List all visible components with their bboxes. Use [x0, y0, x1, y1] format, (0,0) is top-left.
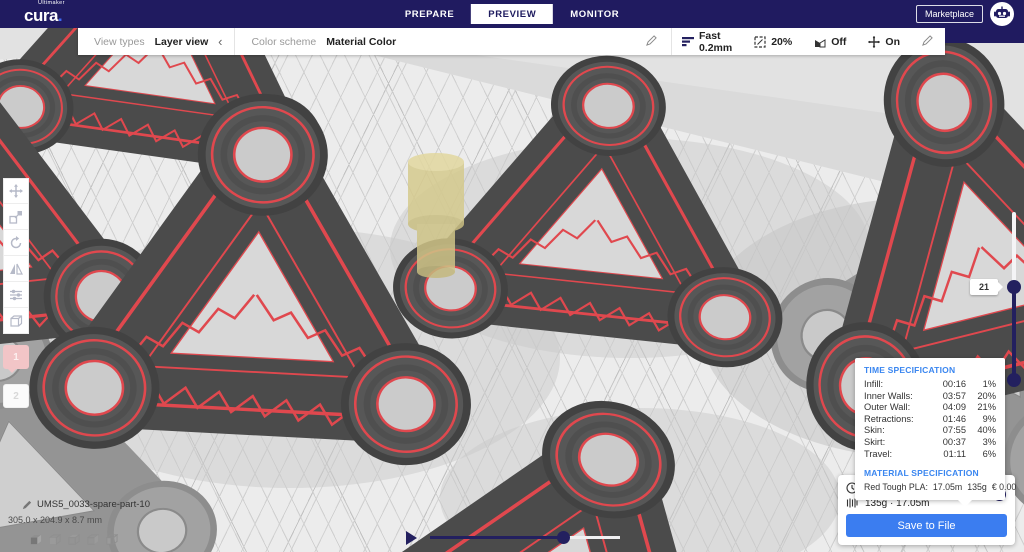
layer-slider-bottom-handle[interactable]	[1007, 373, 1021, 387]
material-spec-title: MATERIAL SPECIFICATION	[864, 468, 996, 478]
rotate-tool-button[interactable]	[3, 230, 29, 256]
tab-monitor[interactable]: MONITOR	[553, 4, 636, 24]
camera-view-buttons	[29, 533, 118, 551]
adhesion-value: On	[885, 36, 900, 48]
material-weight: 135g	[967, 482, 987, 492]
view-right-icon[interactable]	[105, 533, 118, 551]
adhesion-setting[interactable]: On	[868, 36, 900, 48]
infill-value: 20%	[771, 36, 792, 48]
profile-setting[interactable]: Fast 0.2mm	[682, 30, 732, 54]
save-to-file-button[interactable]: Save to File	[846, 514, 1007, 537]
time-specification-tooltip: TIME SPECIFICATION Infill: 00:16 1% Inne…	[855, 358, 1005, 500]
support-value: Off	[831, 36, 846, 48]
row-label: Outer Wall:	[864, 402, 926, 414]
time-spec-row: Retractions: 01:46 9%	[864, 414, 996, 426]
move-tool-button[interactable]	[3, 178, 29, 204]
row-label: Skirt:	[864, 437, 926, 449]
row-label: Infill:	[864, 379, 926, 391]
material-length: 17.05m	[933, 482, 962, 492]
view-types-label: View types	[94, 36, 145, 48]
view-toolbar: View types Layer view ‹ Color scheme Mat…	[78, 28, 945, 55]
row-pct: 1%	[966, 379, 996, 391]
row-pct: 3%	[966, 437, 996, 449]
view-left-icon[interactable]	[86, 533, 99, 551]
time-spec-row: Infill: 00:16 1%	[864, 379, 996, 391]
color-scheme-label: Color scheme	[251, 36, 316, 48]
edit-print-settings-icon[interactable]	[922, 35, 933, 49]
layer-height-icon	[682, 36, 694, 47]
row-pct: 9%	[966, 414, 996, 426]
time-spec-row: Travel: 01:11 6%	[864, 449, 996, 461]
chevron-left-icon[interactable]: ‹	[218, 34, 222, 49]
row-time: 04:09	[926, 402, 966, 414]
model-dimensions: 305.0 x 204.9 x 8.7 mm	[8, 515, 102, 525]
profile-value: Fast 0.2mm	[699, 30, 732, 54]
object-badge-2[interactable]: 2	[3, 384, 29, 408]
adhesion-icon	[868, 36, 880, 48]
color-scheme-section[interactable]: Color scheme Material Color	[235, 35, 671, 49]
scale-tool-button[interactable]	[3, 204, 29, 230]
row-label: Inner Walls:	[864, 391, 926, 403]
per-model-settings-tool-button[interactable]	[3, 282, 29, 308]
row-label: Skin:	[864, 425, 926, 437]
simulation-slider-remaining[interactable]	[563, 536, 620, 539]
cura-logo: Ultimakercura.	[24, 1, 65, 25]
view-top-icon[interactable]	[67, 533, 80, 551]
row-pct: 21%	[966, 402, 996, 414]
time-spec-row: Skin: 07:55 40%	[864, 425, 996, 437]
time-spec-row: Outer Wall: 04:09 21%	[864, 402, 996, 414]
row-time: 03:57	[926, 391, 966, 403]
time-spec-row: Inner Walls: 03:57 20%	[864, 391, 996, 403]
tab-preview[interactable]: PREVIEW	[471, 4, 553, 24]
layer-slider-track-upper[interactable]	[1012, 212, 1016, 287]
row-time: 01:11	[926, 449, 966, 461]
row-pct: 40%	[966, 425, 996, 437]
row-time: 07:55	[926, 425, 966, 437]
time-spec-title: TIME SPECIFICATION	[864, 365, 996, 375]
print-settings-summary[interactable]: Fast 0.2mm 20% Off On	[672, 30, 945, 54]
material-cost: € 0.00	[992, 482, 1016, 492]
row-label: Travel:	[864, 449, 926, 461]
time-spec-row: Skirt: 00:37 3%	[864, 437, 996, 449]
row-label: Retractions:	[864, 414, 926, 426]
object-badge-1[interactable]: 1	[3, 345, 29, 369]
model-name: UMS5_0033-spare-part-10	[37, 499, 150, 510]
edit-model-name-icon	[22, 500, 32, 510]
support-blocker-tool-button[interactable]	[3, 308, 29, 334]
cura-wordmark: cura	[24, 6, 58, 25]
view-front-icon[interactable]	[48, 533, 61, 551]
infill-icon	[754, 36, 766, 48]
marketplace-button[interactable]: Marketplace	[916, 5, 983, 23]
row-time: 00:16	[926, 379, 966, 391]
material-spec-row: Red Tough PLA: 17.05m 135g € 0.00	[864, 482, 996, 492]
support-setting[interactable]: Off	[814, 36, 846, 48]
simulation-slider-filled[interactable]	[430, 536, 563, 539]
simulation-play-button[interactable]	[406, 531, 417, 545]
view-types-value[interactable]: Layer view	[155, 36, 209, 48]
layer-slider-top-handle[interactable]	[1007, 280, 1021, 294]
current-layer-label: 21	[970, 279, 998, 295]
left-tool-rail	[3, 178, 29, 334]
material-name: Red Tough PLA:	[864, 482, 928, 492]
stage-tabs: PREPARE PREVIEW MONITOR	[388, 4, 636, 24]
simulation-slider-handle[interactable]	[557, 531, 570, 544]
account-avatar-icon[interactable]	[989, 1, 1015, 27]
layer-slider-track-range[interactable]	[1012, 287, 1016, 380]
logo-dot: .	[58, 6, 63, 25]
row-pct: 20%	[966, 391, 996, 403]
infill-setting[interactable]: 20%	[754, 36, 792, 48]
mirror-tool-button[interactable]	[3, 256, 29, 282]
cura-window: Ultimakercura. PREPARE PREVIEW MONITOR M…	[0, 0, 1024, 552]
row-time: 00:37	[926, 437, 966, 449]
support-icon	[814, 36, 826, 48]
view-3d-icon[interactable]	[29, 533, 42, 551]
view-types-section[interactable]: View types Layer view ‹	[78, 34, 234, 49]
tab-prepare[interactable]: PREPARE	[388, 4, 471, 24]
row-time: 01:46	[926, 414, 966, 426]
edit-pencil-icon[interactable]	[646, 35, 657, 49]
color-scheme-value[interactable]: Material Color	[326, 36, 396, 48]
model-name-row[interactable]: UMS5_0033-spare-part-10	[22, 499, 150, 510]
row-pct: 6%	[966, 449, 996, 461]
